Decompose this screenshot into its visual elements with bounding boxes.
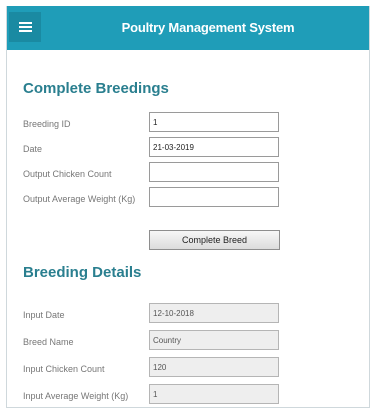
app-frame: Poultry Management System Complete Breed… bbox=[6, 6, 370, 408]
output-chicken-count-label: Output Chicken Count bbox=[23, 169, 112, 179]
input-date-label: Input Date bbox=[23, 310, 65, 320]
menu-button[interactable] bbox=[9, 12, 41, 42]
output-average-weight-field[interactable] bbox=[149, 187, 279, 207]
date-field[interactable] bbox=[149, 137, 279, 157]
breed-name-label: Breed Name bbox=[23, 337, 74, 347]
input-date-field bbox=[149, 303, 279, 323]
app-header: Poultry Management System bbox=[7, 6, 369, 50]
date-label: Date bbox=[23, 144, 43, 154]
breed-name-field bbox=[149, 330, 279, 350]
app-title: Poultry Management System bbox=[121, 20, 295, 35]
input-chicken-count-label: Input Chicken Count bbox=[23, 364, 105, 374]
complete-breed-button[interactable]: Complete Breed bbox=[149, 230, 280, 250]
complete-breedings-heading: Complete Breedings bbox=[23, 80, 169, 97]
breeding-id-label: Breeding ID bbox=[23, 119, 71, 129]
input-chicken-count-field bbox=[149, 357, 279, 377]
output-average-weight-label: Output Average Weight (Kg) bbox=[23, 194, 136, 204]
breeding-details-heading: Breeding Details bbox=[23, 264, 142, 281]
input-average-weight-label: Input Average Weight (Kg) bbox=[23, 391, 129, 401]
input-average-weight-field bbox=[149, 384, 279, 404]
output-chicken-count-field[interactable] bbox=[149, 162, 279, 182]
breeding-id-field[interactable] bbox=[149, 112, 279, 132]
hamburger-menu-icon bbox=[18, 22, 32, 32]
